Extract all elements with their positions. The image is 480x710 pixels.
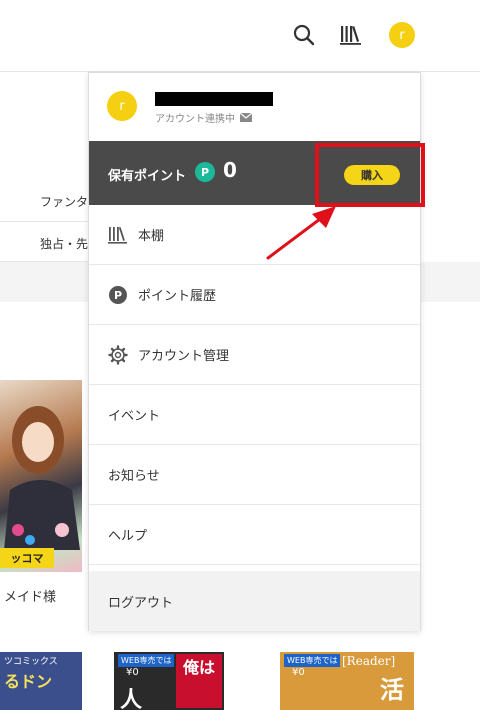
cover-label: 人 [120,688,143,710]
points-value: 0 [223,158,237,182]
book-cover[interactable]: WEB専売では ¥0 [Reader] 活 [280,652,414,710]
menu-item-label: 本棚 [138,229,165,244]
dropdown-avatar: r [107,91,137,121]
genre-link[interactable]: 独占・先 [40,235,88,252]
library-icon[interactable] [338,22,364,48]
menu-item-events[interactable]: イベント [89,385,420,445]
book-cover[interactable]: ッコマ [0,380,82,572]
point-icon: P [195,162,215,182]
top-header: r [0,0,480,72]
gear-icon [108,344,128,365]
menu-item-news[interactable]: お知らせ [89,445,420,505]
menu-item-account-settings[interactable]: アカウント管理 [89,325,420,385]
cover-label: WEB専売では [118,654,175,667]
menu-item-help[interactable]: ヘルプ [89,505,420,565]
book-cover[interactable]: ツコミックス るドン [0,652,82,710]
point-icon: P [108,285,128,305]
mail-icon [240,113,252,122]
menu-item-label: ヘルプ [108,529,148,544]
menu-item-label: イベント [108,409,161,424]
menu-item-label: お知らせ [108,469,160,484]
account-link-status: アカウント連携中 [155,110,252,125]
cover-label: WEB専売では [284,654,341,667]
cover-badge: ッコマ [0,548,54,568]
account-status-text: アカウント連携中 [155,114,235,125]
cover-label: 活 [380,676,404,704]
points-label: 保有ポイント [108,169,187,184]
cover-label: [Reader] [342,654,396,668]
annotation-arrow-icon [266,206,336,260]
points-bar: 保有ポイント P 0 購入 [89,141,425,207]
svg-text:P: P [114,289,122,302]
user-avatar[interactable]: r [389,22,415,48]
menu-item-bookshelf[interactable]: 本棚 [89,205,420,265]
menu-item-label: ポイント履歴 [138,289,217,304]
user-info: r アカウント連携中 [89,73,420,141]
cover-label: ツコミックス [4,657,58,667]
menu-item-label: ログアウト [108,595,174,611]
menu-item-label: アカウント管理 [138,349,230,364]
search-icon[interactable] [291,22,317,48]
cover-label: るドン [4,672,53,691]
book-cover[interactable]: WEB専売では ¥0 俺は 人 [114,652,224,710]
redacted-username [155,92,273,106]
bookshelf-icon [108,225,128,245]
account-dropdown: r アカウント連携中 保有ポイント P 0 購入 本棚 P ポイント履歴 アカウ… [88,72,425,631]
book-title[interactable]: メイド様 [4,586,56,605]
cover-label: 俺は [176,654,222,708]
menu-item-point-history[interactable]: P ポイント履歴 [89,265,420,325]
cover-label: ¥0 [126,667,139,678]
buy-points-button[interactable]: 購入 [344,165,400,185]
cover-label: ¥0 [292,667,305,678]
menu-item-logout[interactable]: ログアウト [89,571,420,631]
